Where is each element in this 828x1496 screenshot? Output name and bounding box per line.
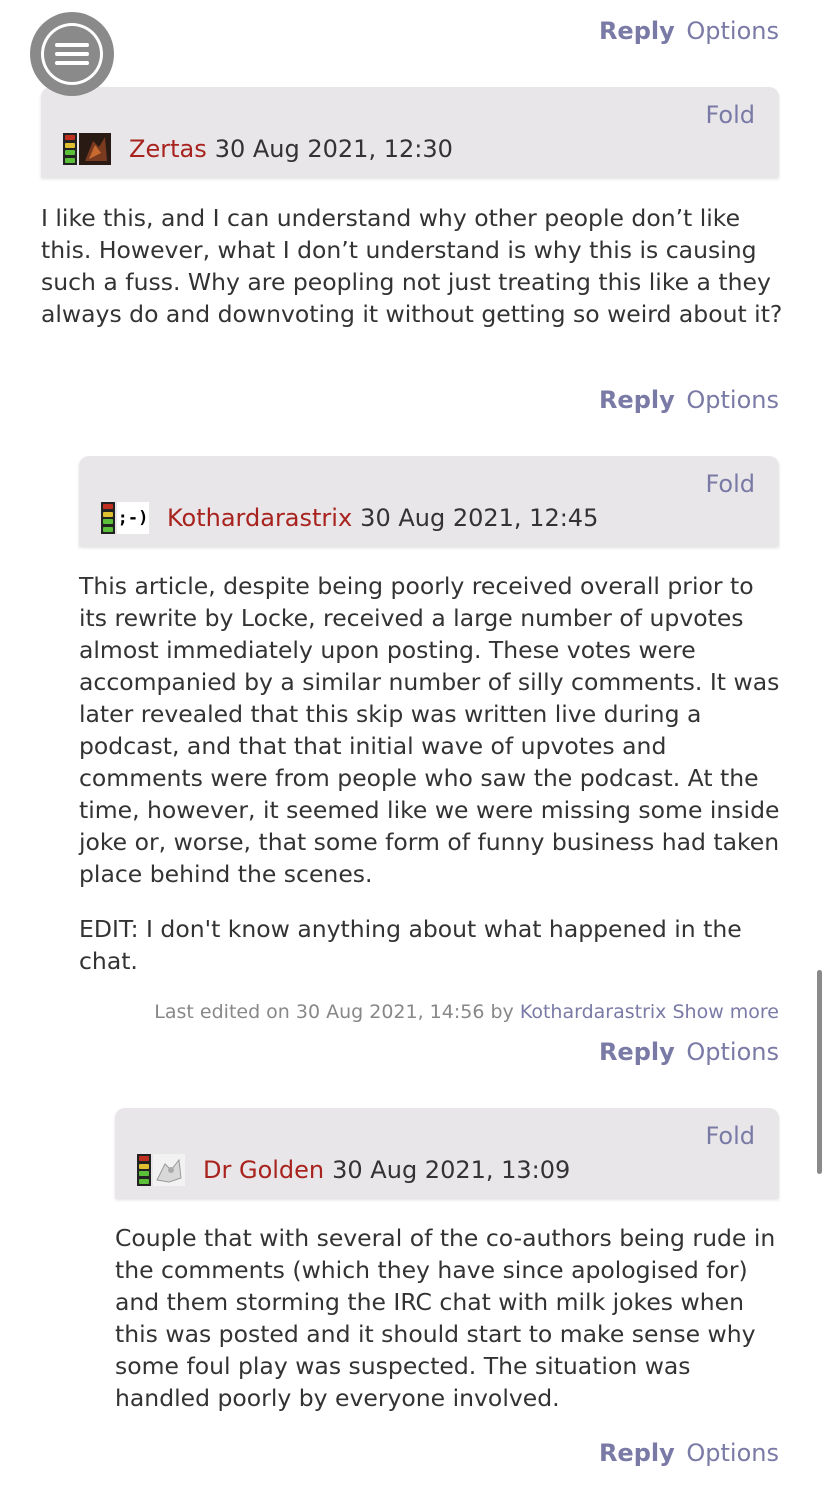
comment-paragraph: EDIT: I don't know anything about what h… — [79, 915, 742, 975]
user-avatar-icon — [153, 1154, 185, 1186]
fold-button[interactable]: Fold — [705, 101, 755, 129]
reply-button[interactable]: Reply — [599, 1038, 675, 1066]
comment-body: I like this, and I can understand why ot… — [41, 202, 786, 353]
options-button[interactable]: Options — [686, 17, 779, 45]
last-edited-note: Last edited on 30 Aug 2021, 14:56 by Kot… — [154, 1001, 779, 1023]
top-comment-actions: Reply Options — [599, 16, 779, 46]
comment-paragraph: Couple that with several of the co-autho… — [115, 1224, 776, 1412]
comment-author-link[interactable]: Zertas — [129, 135, 207, 163]
comment-actions: Reply Options — [599, 1037, 779, 1067]
reply-button[interactable]: Reply — [599, 1439, 675, 1467]
scrollbar[interactable] — [817, 970, 822, 1174]
show-more-link[interactable]: Show more — [672, 1001, 779, 1023]
comment-actions: Reply Options — [599, 385, 779, 415]
last-edited-text: Last edited on 30 Aug 2021, 14:56 by — [154, 1001, 514, 1023]
comment-paragraph: I like this, and I can understand why ot… — [41, 204, 783, 328]
comment-date: 30 Aug 2021, 13:09 — [332, 1156, 571, 1184]
options-button[interactable]: Options — [686, 386, 779, 414]
comment-author-link[interactable]: Kothardarastrix — [167, 504, 352, 532]
comment-body: Couple that with several of the co-autho… — [115, 1222, 785, 1437]
reply-button[interactable]: Reply — [599, 17, 675, 45]
comment-header: Fold ;-) Kothardarastrix 30 Aug 2021, 12… — [79, 456, 779, 546]
main-menu-button[interactable] — [30, 12, 114, 96]
reply-button[interactable]: Reply — [599, 386, 675, 414]
options-button[interactable]: Options — [686, 1439, 779, 1467]
comment-meta: Zertas 30 Aug 2021, 12:30 — [63, 133, 453, 165]
editor-link[interactable]: Kothardarastrix — [520, 1001, 667, 1023]
hamburger-menu-icon — [41, 23, 103, 85]
user-avatar-icon: ;-) — [117, 502, 149, 534]
comment-meta: ;-) Kothardarastrix 30 Aug 2021, 12:45 — [101, 502, 598, 534]
comment-paragraph: This article, despite being poorly recei… — [79, 572, 780, 888]
fold-button[interactable]: Fold — [705, 1122, 755, 1150]
options-button[interactable]: Options — [686, 1038, 779, 1066]
comment-actions: Reply Options — [599, 1438, 779, 1468]
comment-date: 30 Aug 2021, 12:45 — [360, 504, 599, 532]
user-avatar-icon — [79, 133, 111, 165]
comment-meta: Dr Golden 30 Aug 2021, 13:09 — [137, 1154, 570, 1186]
comment-date: 30 Aug 2021, 12:30 — [214, 135, 453, 163]
karma-rating-icon — [137, 1154, 151, 1186]
comment-author-link[interactable]: Dr Golden — [203, 1156, 324, 1184]
comment-header: Fold Zertas 30 Aug 2021, 12:30 — [41, 87, 779, 177]
karma-rating-icon — [101, 502, 115, 534]
comment-body: This article, despite being poorly recei… — [79, 570, 784, 1000]
comment-header: Fold Dr Golden 30 Aug 2021, 13:09 — [115, 1108, 779, 1198]
karma-rating-icon — [63, 133, 77, 165]
fold-button[interactable]: Fold — [705, 470, 755, 498]
